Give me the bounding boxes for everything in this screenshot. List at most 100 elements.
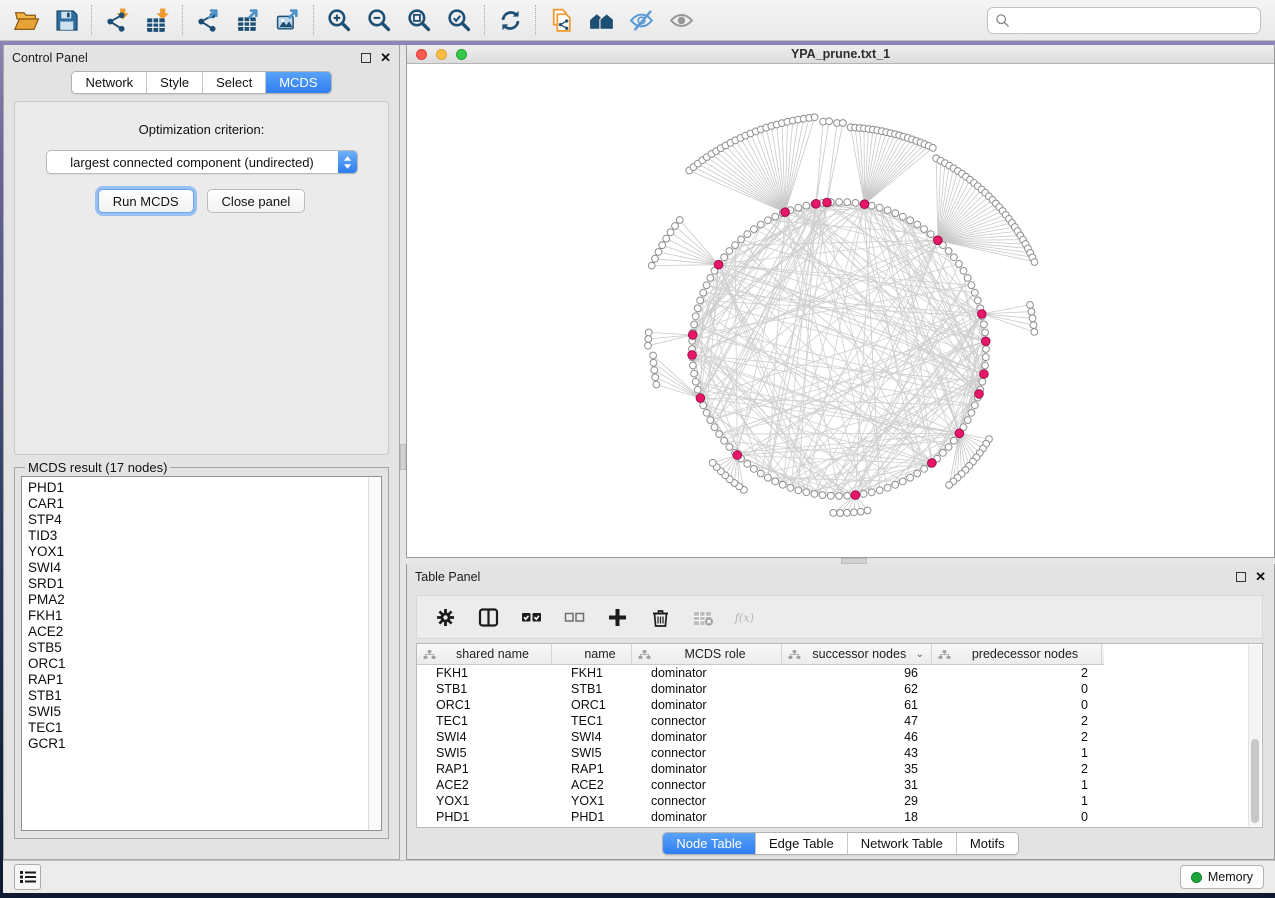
result-node-item[interactable]: TEC1: [28, 720, 381, 736]
result-list-scrollbar[interactable]: [368, 477, 381, 830]
close-panel-icon[interactable]: ✕: [380, 53, 391, 63]
deselect-all-button[interactable]: [562, 605, 586, 629]
import-network-button[interactable]: [97, 3, 137, 37]
import-table-button[interactable]: [137, 3, 177, 37]
settings-button[interactable]: [433, 605, 457, 629]
cell-successor-nodes: 62: [782, 682, 932, 696]
splitter-grip[interactable]: [400, 444, 406, 470]
result-node-item[interactable]: ACE2: [28, 624, 381, 640]
result-node-item[interactable]: RAP1: [28, 672, 381, 688]
column-header-predecessor-nodes[interactable]: predecessor nodes: [932, 644, 1102, 664]
criterion-label: Optimization criterion:: [15, 122, 388, 137]
open-file-button[interactable]: [6, 3, 46, 37]
table-row[interactable]: PHD1PHD1dominator180: [417, 809, 1262, 825]
float-panel-icon[interactable]: [361, 53, 371, 63]
result-node-item[interactable]: YOX1: [28, 544, 381, 560]
table-row[interactable]: ORC1ORC1dominator610: [417, 697, 1262, 713]
show-columns-button[interactable]: [476, 605, 500, 629]
refresh-button[interactable]: [490, 3, 530, 37]
minimize-window-icon[interactable]: [436, 49, 447, 60]
tab-select[interactable]: Select: [203, 72, 266, 93]
close-panel-button[interactable]: Close panel: [207, 189, 306, 213]
close-window-icon[interactable]: [416, 49, 427, 60]
select-all-button[interactable]: [519, 605, 543, 629]
cell-successor-nodes: 96: [782, 666, 932, 680]
node-table[interactable]: shared namenameMCDS rolesuccessor nodes⌄…: [416, 643, 1263, 828]
tab-motifs[interactable]: Motifs: [957, 833, 1018, 854]
table-row[interactable]: TEC1TEC1connector472: [417, 713, 1262, 729]
result-node-item[interactable]: SWI4: [28, 560, 381, 576]
horizontal-splitter[interactable]: [406, 558, 1275, 564]
result-node-item[interactable]: FKH1: [28, 608, 381, 624]
result-node-item[interactable]: STB1: [28, 688, 381, 704]
clone-network-button[interactable]: [541, 3, 581, 37]
search-input[interactable]: [1015, 13, 1253, 28]
result-node-item[interactable]: GCR1: [28, 736, 381, 752]
table-row[interactable]: ACE2ACE2connector311: [417, 777, 1262, 793]
table-row[interactable]: SWI4SWI4dominator462: [417, 729, 1262, 745]
table-row[interactable]: SWI5SWI5connector431: [417, 745, 1262, 761]
cell-predecessor-nodes: 2: [932, 762, 1102, 776]
criterion-dropdown[interactable]: largest connected component (undirected): [46, 150, 358, 174]
result-node-item[interactable]: PMA2: [28, 592, 381, 608]
table-row[interactable]: RAP1RAP1dominator352: [417, 761, 1262, 777]
attribute-icon: [638, 648, 651, 661]
export-network-button[interactable]: [188, 3, 228, 37]
mcds-result-list[interactable]: PHD1CAR1STP4TID3YOX1SWI4SRD1PMA2FKH1ACE2…: [21, 476, 382, 831]
cell-MCDS-role: connector: [632, 746, 782, 760]
maximize-window-icon[interactable]: [456, 49, 467, 60]
result-node-item[interactable]: STB5: [28, 640, 381, 656]
cell-successor-nodes: 18: [782, 810, 932, 824]
show-all-button[interactable]: [661, 3, 701, 37]
hide-selected-button[interactable]: [621, 3, 661, 37]
zoom-selected-button[interactable]: [439, 3, 479, 37]
zoom-in-button[interactable]: [319, 3, 359, 37]
tab-mcds[interactable]: MCDS: [266, 72, 330, 93]
export-image-button[interactable]: [268, 3, 308, 37]
result-node-item[interactable]: TID3: [28, 528, 381, 544]
delete-columns-button[interactable]: [648, 605, 672, 629]
save-session-button[interactable]: [46, 3, 86, 37]
tab-network-table[interactable]: Network Table: [848, 833, 957, 854]
result-node-item[interactable]: SRD1: [28, 576, 381, 592]
splitter-grip[interactable]: [841, 558, 867, 564]
first-neighbors-icon: [588, 7, 615, 34]
tab-edge-table[interactable]: Edge Table: [756, 833, 848, 854]
result-node-item[interactable]: CAR1: [28, 496, 381, 512]
result-node-item[interactable]: STP4: [28, 512, 381, 528]
create-column-button[interactable]: [605, 605, 629, 629]
table-row[interactable]: STB1STB1dominator620: [417, 681, 1262, 697]
vertical-splitter[interactable]: [400, 45, 406, 860]
table-scrollbar[interactable]: [1248, 645, 1261, 826]
export-image-icon: [275, 7, 302, 34]
result-node-item[interactable]: SWI5: [28, 704, 381, 720]
memory-button[interactable]: Memory: [1180, 865, 1264, 889]
zoom-out-button[interactable]: [359, 3, 399, 37]
result-node-item[interactable]: ORC1: [28, 656, 381, 672]
scrollbar-thumb[interactable]: [1251, 739, 1259, 823]
criterion-value: largest connected component (undirected): [47, 155, 338, 170]
tab-network[interactable]: Network: [72, 72, 147, 93]
run-mcds-button[interactable]: Run MCDS: [98, 189, 194, 213]
zoom-fit-button[interactable]: [399, 3, 439, 37]
first-neighbors-button[interactable]: [581, 3, 621, 37]
export-table-button[interactable]: [228, 3, 268, 37]
float-panel-icon[interactable]: [1236, 572, 1246, 582]
close-panel-icon[interactable]: ✕: [1255, 572, 1266, 582]
column-header-successor-nodes[interactable]: successor nodes⌄: [782, 644, 932, 664]
column-header-shared-name[interactable]: shared name: [417, 644, 552, 664]
table-row[interactable]: YOX1YOX1connector291: [417, 793, 1262, 809]
sort-desc-icon: ⌄: [916, 649, 924, 660]
cell-successor-nodes: 31: [782, 778, 932, 792]
tab-node-table[interactable]: Node Table: [663, 833, 756, 854]
table-row[interactable]: FKH1FKH1dominator962: [417, 665, 1262, 681]
network-canvas[interactable]: [407, 64, 1274, 557]
search-box[interactable]: [987, 7, 1261, 34]
cell-predecessor-nodes: 0: [932, 698, 1102, 712]
column-header-MCDS-role[interactable]: MCDS role: [632, 644, 782, 664]
tab-style[interactable]: Style: [147, 72, 203, 93]
network-graph[interactable]: [407, 64, 1274, 557]
result-node-item[interactable]: PHD1: [28, 480, 381, 496]
task-history-button[interactable]: [14, 864, 41, 890]
column-header-name[interactable]: name: [552, 644, 632, 664]
